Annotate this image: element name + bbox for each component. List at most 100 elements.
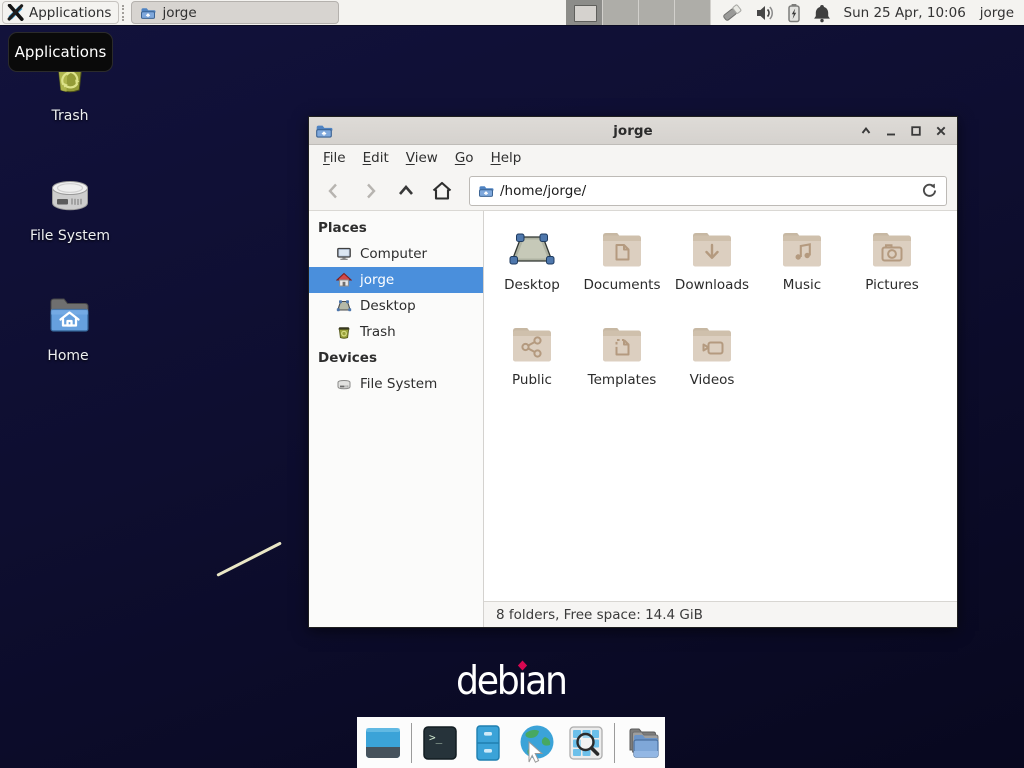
drive-small-icon — [336, 376, 352, 392]
sidebar: Places Computer — [309, 211, 484, 627]
top-panel: Applications jorge — [0, 0, 1024, 25]
file-item-pictures[interactable]: Pictures — [847, 223, 937, 318]
file-item-documents[interactable]: Documents — [577, 223, 667, 318]
sidebar-item-label: Computer — [360, 246, 427, 262]
taskbar-window-label: jorge — [162, 5, 196, 21]
status-text: 8 folders, Free space: 14.4 GiB — [496, 607, 703, 623]
panel-handle[interactable] — [122, 5, 128, 21]
file-item-videos[interactable]: Videos — [667, 318, 757, 413]
file-item-public[interactable]: Public — [487, 318, 577, 413]
dock-separator — [411, 723, 412, 763]
workspace-switcher[interactable] — [566, 0, 711, 25]
sidebar-item-label: File System — [360, 376, 437, 392]
path-bar[interactable] — [469, 176, 947, 206]
marker-tray-icon[interactable] — [721, 2, 745, 24]
forward-icon[interactable] — [355, 177, 385, 205]
file-item-label: Music — [783, 277, 821, 293]
desktop-trapezoid-icon — [508, 223, 556, 277]
directory-menu-folders-icon[interactable] — [623, 723, 663, 763]
reload-icon[interactable] — [921, 182, 938, 199]
folder-documents-icon — [598, 223, 646, 277]
show-desktop-icon[interactable] — [363, 723, 403, 763]
desktop-icon-home[interactable]: Home — [18, 292, 118, 364]
menu-help[interactable]: Help — [491, 150, 522, 166]
web-browser-globe-icon[interactable] — [516, 722, 558, 764]
file-item-label: Videos — [690, 372, 735, 388]
desktop[interactable]: Applications jorge — [0, 0, 1024, 768]
minimize-icon[interactable] — [883, 123, 899, 139]
toolbar — [309, 171, 957, 211]
sidebar-item-file-system[interactable]: File System — [309, 371, 483, 397]
clock[interactable]: Sun 25 Apr, 10:06 — [844, 5, 966, 21]
debian-wordmark: debıan — [456, 659, 566, 704]
debian-text-post: an — [525, 659, 566, 704]
terminal-icon[interactable]: >_ — [420, 723, 460, 763]
desktop-icon-label: Trash — [20, 108, 120, 124]
home-icon[interactable] — [427, 177, 457, 205]
close-icon[interactable] — [933, 123, 949, 139]
workspace-2[interactable] — [603, 0, 639, 25]
notifications-bell-icon[interactable] — [812, 2, 832, 24]
file-item-desktop[interactable]: Desktop — [487, 223, 577, 318]
sidebar-item-trash[interactable]: Trash — [309, 319, 483, 345]
desktop-icon-file-system[interactable]: File System — [20, 172, 120, 244]
shade-icon[interactable] — [858, 123, 874, 139]
file-item-label: Pictures — [865, 277, 918, 293]
stray-line-artifact — [216, 541, 282, 576]
file-manager-window: jorge File Edit View Go Help — [308, 116, 958, 628]
workspace-4[interactable] — [675, 0, 711, 25]
file-grid: Desktop Documents — [484, 211, 957, 601]
menu-go[interactable]: Go — [455, 150, 474, 166]
file-item-label: Templates — [588, 372, 657, 388]
file-view[interactable]: Desktop Documents — [484, 211, 957, 627]
debian-text-pre: deb — [456, 659, 517, 704]
maximize-icon[interactable] — [908, 123, 924, 139]
applications-menu-button[interactable]: Applications — [2, 1, 119, 24]
folder-pictures-icon — [868, 223, 916, 277]
taskbar-window-button[interactable]: jorge — [131, 1, 339, 24]
titlebar[interactable]: jorge — [309, 117, 957, 145]
sidebar-item-label: Desktop — [360, 298, 416, 314]
folder-templates-icon — [598, 318, 646, 372]
desktop-icon-label: Home — [18, 348, 118, 364]
folder-videos-icon — [688, 318, 736, 372]
status-bar: 8 folders, Free space: 14.4 GiB — [484, 601, 957, 627]
folder-music-icon — [778, 223, 826, 277]
user-home-icon — [336, 272, 352, 288]
workspace-3[interactable] — [639, 0, 675, 25]
path-input[interactable] — [500, 183, 915, 199]
file-item-downloads[interactable]: Downloads — [667, 223, 757, 318]
file-item-label: Public — [512, 372, 552, 388]
sidebar-item-desktop[interactable]: Desktop — [309, 293, 483, 319]
file-cabinet-icon[interactable] — [468, 723, 508, 763]
file-item-templates[interactable]: Templates — [577, 318, 667, 413]
menu-view[interactable]: View — [406, 150, 438, 166]
hard-drive-icon — [20, 172, 120, 220]
sidebar-item-jorge[interactable]: jorge — [309, 267, 483, 293]
panel-username: jorge — [980, 5, 1014, 21]
menu-bar: File Edit View Go Help — [309, 145, 957, 171]
app-finder-icon[interactable] — [566, 723, 606, 763]
system-tray — [721, 2, 832, 24]
folder-downloads-icon — [688, 223, 736, 277]
menu-file[interactable]: File — [323, 150, 346, 166]
back-icon[interactable] — [319, 177, 349, 205]
up-icon[interactable] — [391, 177, 421, 205]
computer-icon — [336, 246, 352, 262]
sidebar-item-computer[interactable]: Computer — [309, 241, 483, 267]
sidebar-header-devices: Devices — [309, 345, 483, 371]
svg-text:>_: >_ — [429, 731, 443, 744]
workspace-1[interactable] — [567, 0, 603, 25]
battery-icon[interactable] — [785, 2, 803, 24]
folder-public-icon — [508, 318, 556, 372]
trash-small-icon — [336, 324, 352, 340]
volume-icon[interactable] — [754, 2, 776, 24]
dock-separator — [614, 723, 615, 763]
file-item-music[interactable]: Music — [757, 223, 847, 318]
applications-tooltip: Applications — [8, 32, 113, 72]
home-folder-icon — [18, 292, 118, 340]
sidebar-item-label: jorge — [360, 272, 394, 288]
bottom-dock: >_ — [357, 717, 665, 768]
menu-edit[interactable]: Edit — [363, 150, 389, 166]
applications-menu-label: Applications — [29, 5, 111, 21]
